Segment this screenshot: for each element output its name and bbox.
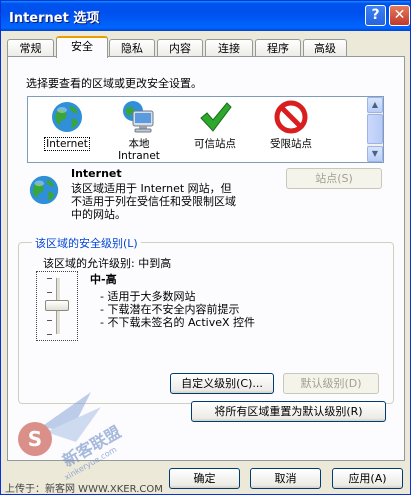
tab-privacy[interactable]: 隐私 bbox=[109, 39, 155, 57]
tab-connections[interactable]: 连接 bbox=[205, 39, 253, 57]
security-level-group-title: 该区域的安全级别(L) bbox=[32, 235, 141, 251]
security-level-name: 中-高 bbox=[90, 273, 117, 286]
check-icon bbox=[197, 99, 233, 135]
allowed-levels-text: 该区域的允许级别: 中到高 bbox=[43, 257, 172, 270]
watermark-logo: S 新客联盟 xinkeryue.com bbox=[1, 387, 141, 487]
tab-content[interactable]: 内容 bbox=[157, 39, 203, 57]
watermark-text: 上传于：新客网 WWW.XKER.COM bbox=[5, 484, 163, 495]
tab-programs[interactable]: 程序 bbox=[255, 39, 301, 57]
zone-description-line: 中的网站。 bbox=[71, 208, 126, 221]
scroll-thumb[interactable] bbox=[367, 114, 383, 144]
tab-general[interactable]: 常规 bbox=[7, 39, 54, 57]
tab-security[interactable]: 安全 bbox=[56, 36, 108, 58]
zone-local-intranet[interactable]: 本地 Intranet bbox=[104, 99, 174, 162]
title-bar[interactable]: Internet 选项 ? ✕ bbox=[1, 1, 410, 31]
zone-list-scrollbar[interactable]: ▲ ▼ bbox=[367, 97, 383, 162]
globe-icon bbox=[27, 173, 61, 207]
close-button[interactable]: ✕ bbox=[389, 5, 410, 26]
internet-options-dialog: Internet 选项 ? ✕ 常规 安全 隐私 内容 连接 程序 高级 选择要… bbox=[0, 0, 411, 495]
apply-button[interactable]: 应用(A) bbox=[332, 468, 403, 489]
svg-text:S: S bbox=[28, 427, 42, 451]
custom-level-button[interactable]: 自定义级别(C)... bbox=[170, 373, 274, 394]
reset-all-zones-button[interactable]: 将所有区域重置为默认级别(R) bbox=[191, 401, 386, 422]
help-button[interactable]: ? bbox=[365, 5, 386, 26]
intranet-computer-icon bbox=[121, 99, 157, 135]
no-entry-icon bbox=[273, 99, 309, 135]
scroll-down-icon[interactable]: ▼ bbox=[367, 146, 383, 162]
zone-trusted-sites-label: 可信站点 bbox=[194, 138, 236, 150]
slider-thumb[interactable] bbox=[45, 300, 69, 311]
zone-local-intranet-label: 本地 Intranet bbox=[118, 138, 160, 162]
tab-advanced[interactable]: 高级 bbox=[303, 39, 347, 57]
level-bullet: - 不下载未签名的 ActiveX 控件 bbox=[100, 316, 256, 329]
sites-button[interactable]: 站点(S) bbox=[286, 168, 382, 189]
default-level-button[interactable]: 默认级别(D) bbox=[283, 373, 379, 394]
scroll-up-icon[interactable]: ▲ bbox=[367, 97, 383, 113]
zone-internet-label: Internet bbox=[44, 137, 90, 151]
cancel-button[interactable]: 取消 bbox=[250, 468, 321, 489]
zone-restricted-sites[interactable]: 受限站点 bbox=[256, 99, 326, 150]
zone-list: Internet 本地 Intranet 可信站点 受限站点 ▲ ▼ bbox=[27, 96, 384, 163]
window-title: Internet 选项 bbox=[9, 11, 100, 26]
zone-restricted-sites-label: 受限站点 bbox=[270, 138, 312, 150]
security-level-slider[interactable] bbox=[36, 271, 78, 341]
zone-info-title: Internet bbox=[71, 167, 122, 180]
ok-button[interactable]: 确定 bbox=[169, 468, 240, 489]
zone-instruction: 选择要查看的区域或更改安全设置。 bbox=[26, 77, 202, 90]
zone-internet[interactable]: Internet bbox=[32, 99, 102, 151]
zone-trusted-sites[interactable]: 可信站点 bbox=[180, 99, 250, 150]
globe-icon bbox=[49, 99, 85, 135]
